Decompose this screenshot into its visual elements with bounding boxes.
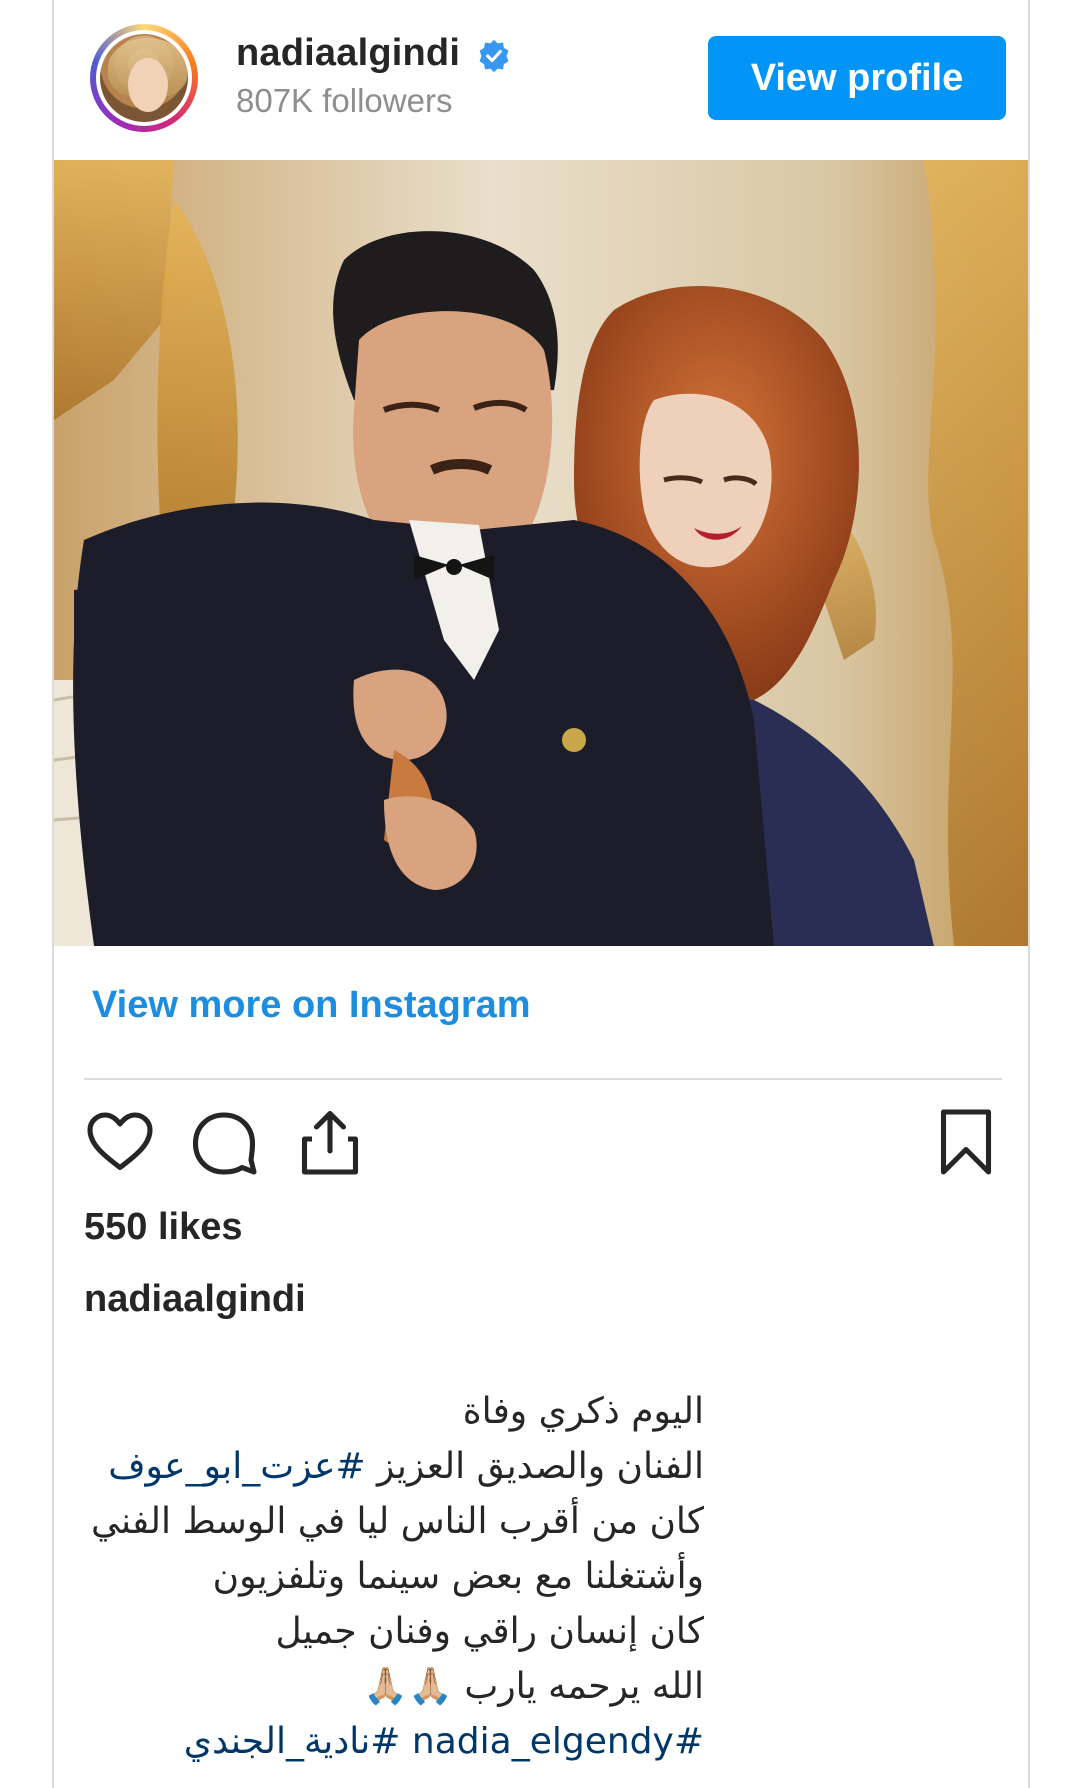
post-header: nadiaalgindi 807K followers View profile [54,0,1028,156]
username[interactable]: nadiaalgindi [236,32,460,75]
caption-line: كان إنسان راقي وفنان جميل [275,1611,704,1652]
avatar-story-ring[interactable] [90,24,198,132]
comment-icon[interactable] [188,1106,260,1178]
post-caption: اليوم ذكري وفاة الفنان والصديق العزيز #ع… [84,1384,704,1769]
post-actions [84,1100,1002,1190]
post-photo-illustration [54,160,1028,946]
instagram-embed-card: nadiaalgindi 807K followers View profile [52,0,1030,1788]
bookmark-icon[interactable] [930,1106,1002,1178]
post-photo[interactable] [54,160,1028,946]
verified-badge-icon [479,39,509,73]
caption-username[interactable]: nadiaalgindi [84,1278,306,1321]
caption-line: اليوم ذكري وفاة [462,1391,704,1432]
hashtag-link[interactable]: #عزت_ابو_عوف [108,1446,365,1487]
divider [84,1078,1002,1080]
caption-line: الله يرحمه يارب 🙏🏼🙏🏼 [363,1666,704,1707]
caption-text: الفنان والصديق العزيز [365,1446,704,1487]
followers-count: 807K followers [236,82,453,119]
view-more-on-instagram-link[interactable]: View more on Instagram [92,984,531,1027]
heart-icon[interactable] [84,1106,156,1178]
hashtag-link[interactable]: #nadia_elgendy [412,1721,704,1762]
caption-line: وأشتغلنا مع بعض سينما وتلفزيون [212,1556,704,1597]
hashtag-link[interactable]: #نادية_الجندي [184,1721,401,1762]
share-icon[interactable] [294,1106,366,1178]
view-profile-button[interactable]: View profile [708,36,1006,120]
avatar[interactable] [96,30,192,126]
caption-line: كان من أقرب الناس ليا في الوسط الفني [90,1501,704,1542]
caption-line: #nadia_elgendy #نادية_الجندي [84,1714,704,1769]
likes-count[interactable]: 550 likes [84,1206,242,1249]
caption-line: الفنان والصديق العزيز #عزت_ابو_عوف [84,1439,704,1494]
